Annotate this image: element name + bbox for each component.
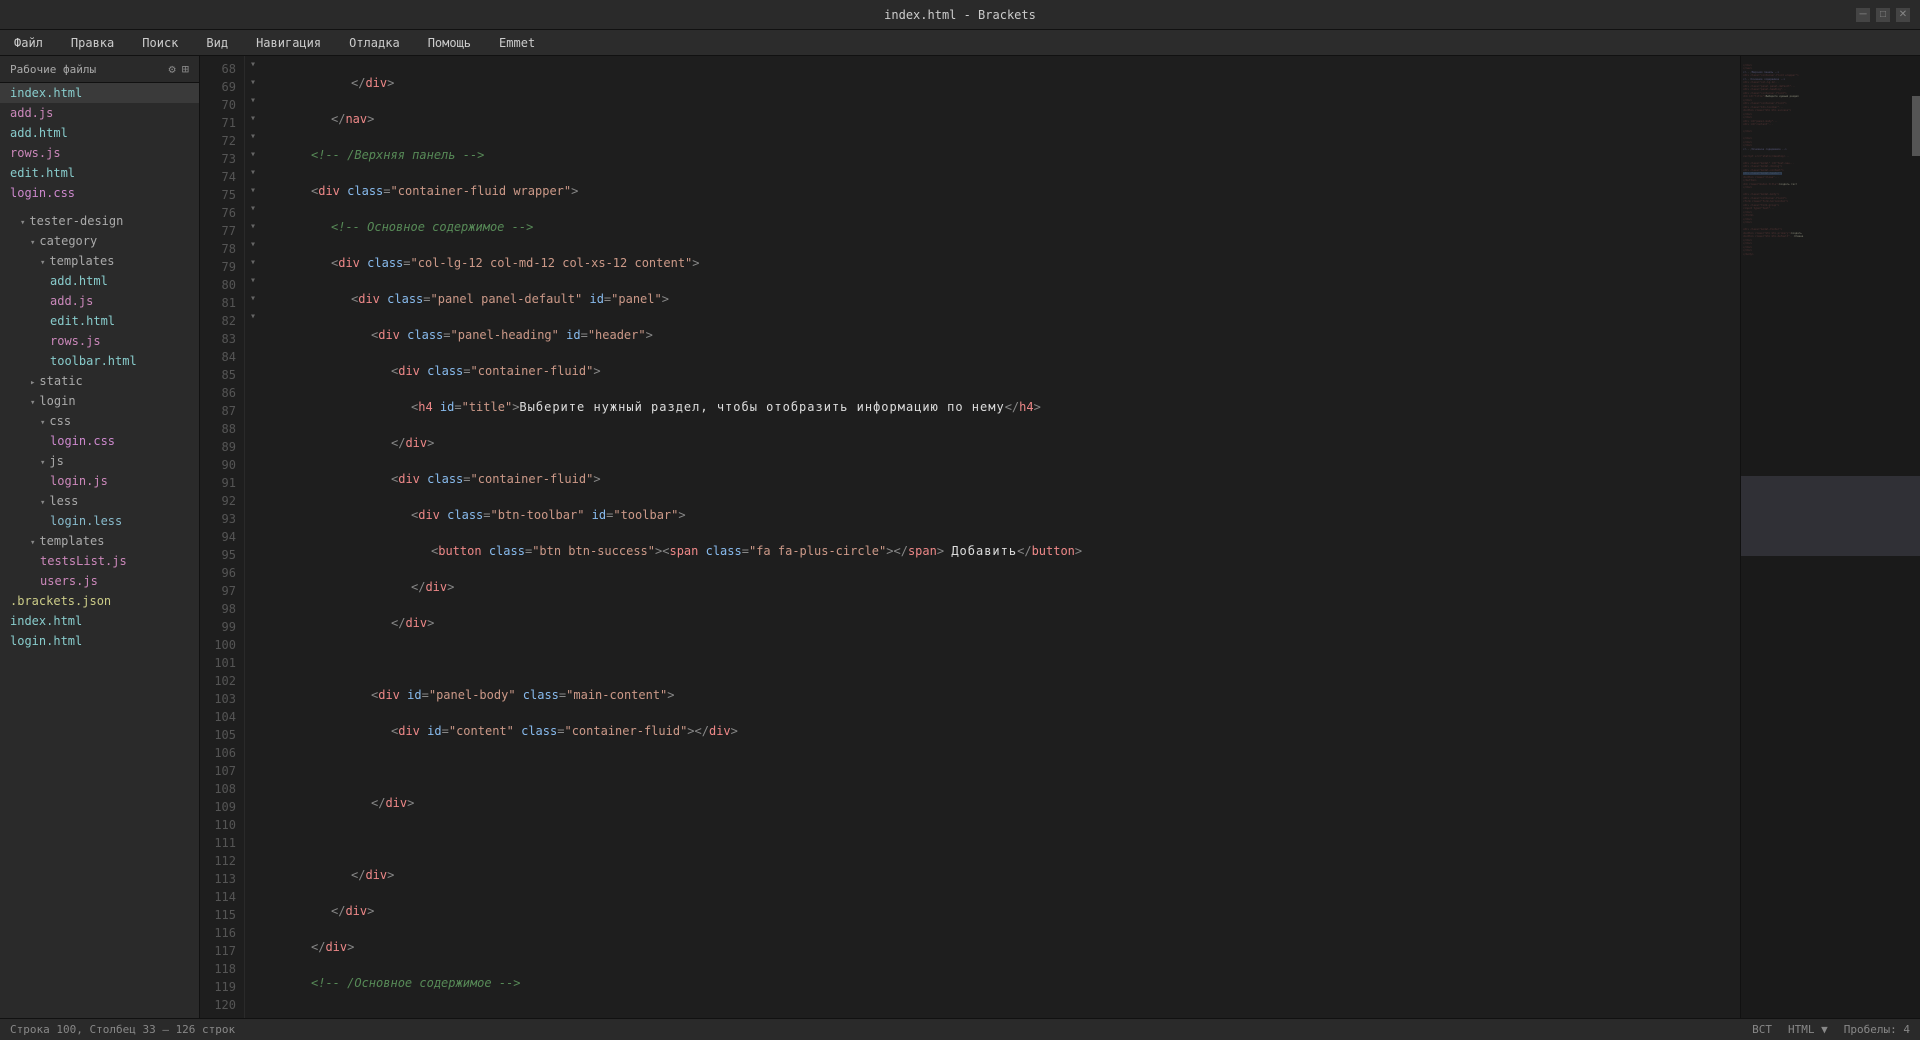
file-testslist-js[interactable]: testsList.js [0,551,199,571]
file-add-html-working[interactable]: add.html [0,123,199,143]
main-layout: Рабочие файлы ⚙ ⊞ index.html add.js add.… [0,56,1920,1018]
file-rows-js-cat[interactable]: rows.js [0,331,199,351]
indentation[interactable]: Пробелы: 4 [1844,1023,1910,1036]
insert-mode[interactable]: ВСТ [1752,1023,1772,1036]
menu-view[interactable]: Вид [200,34,234,52]
code-line-85: <div id="panel-body" class="main-content… [271,686,1730,704]
file-type[interactable]: HTML ▼ [1788,1023,1828,1036]
file-add-js-cat[interactable]: add.js [0,291,199,311]
code-line-86: <div id="content" class="container-fluid… [271,722,1730,740]
status-position: Строка 100, Столбец 33 — 126 строк [10,1023,235,1036]
code-line-92: </div> [271,938,1730,956]
folder-less[interactable]: ▾less [0,491,199,511]
code-line-71: <div class="container-fluid wrapper"> [271,182,1730,200]
status-right: ВСТ HTML ▼ Пробелы: 4 [1752,1023,1910,1036]
menu-debug[interactable]: Отладка [343,34,406,52]
maximize-button[interactable]: □ [1876,8,1890,22]
code-line-68: </div> [271,74,1730,92]
code-line-94 [271,1010,1730,1018]
folder-tester-design[interactable]: ▾tester-design [0,211,199,231]
code-line-88: </div> [271,794,1730,812]
code-line-89 [271,830,1730,848]
file-toolbar-html-cat[interactable]: toolbar.html [0,351,199,371]
file-edit-html-working[interactable]: edit.html [0,163,199,183]
file-add-html-cat[interactable]: add.html [0,271,199,291]
code-container[interactable]: 6869707172 7374757677 7879808182 8384858… [200,56,1920,1018]
menu-search[interactable]: Поиск [136,34,184,52]
window-title: index.html - Brackets [884,8,1036,22]
file-users-js[interactable]: users.js [0,571,199,591]
file-index-html-tree[interactable]: index.html [0,611,199,631]
file-login-css-working[interactable]: login.css [0,183,199,203]
code-line-74: <div class="panel panel-default" id="pan… [271,290,1730,308]
code-line-80: <div class="btn-toolbar" id="toolbar"> [271,506,1730,524]
file-rows-js-working[interactable]: rows.js [0,143,199,163]
file-edit-html-cat[interactable]: edit.html [0,311,199,331]
menu-navigate[interactable]: Навигация [250,34,327,52]
code-line-69: </nav> [271,110,1730,128]
code-line-91: </div> [271,902,1730,920]
split-icon[interactable]: ⊞ [182,62,189,76]
settings-icon[interactable]: ⚙ [169,62,176,76]
code-line-70: <!-- /Верхняя панель --> [271,146,1730,164]
code-line-87 [271,758,1730,776]
file-login-html-tree[interactable]: login.html [0,631,199,651]
close-button[interactable]: ✕ [1896,8,1910,22]
minimap[interactable]: </div> </nav> <!-- /Верхняя панель --> <… [1740,56,1920,1018]
file-brackets-json[interactable]: .brackets.json [0,591,199,611]
menu-file[interactable]: Файл [8,34,49,52]
minimap-scrollbar[interactable] [1912,96,1920,156]
sidebar-header: Рабочие файлы ⚙ ⊞ [0,56,199,83]
sidebar-header-label: Рабочие файлы [10,63,96,76]
code-line-73: <div class="col-lg-12 col-md-12 col-xs-1… [271,254,1730,272]
code-line-78: </div> [271,434,1730,452]
sidebar-icons: ⚙ ⊞ [169,62,189,76]
folder-category[interactable]: ▾category [0,231,199,251]
code-line-76: <div class="container-fluid"> [271,362,1730,380]
menu-edit[interactable]: Правка [65,34,120,52]
code-line-81: <button class="btn btn-success"><span cl… [271,542,1730,560]
file-index-html-working[interactable]: index.html [0,83,199,103]
editor-area: 6869707172 7374757677 7879808182 8384858… [200,56,1920,1018]
title-bar: index.html - Brackets ─ □ ✕ [0,0,1920,30]
menu-bar: Файл Правка Поиск Вид Навигация Отладка … [0,30,1920,56]
folder-templates-category[interactable]: ▾templates [0,251,199,271]
file-login-js[interactable]: login.js [0,471,199,491]
status-bar: Строка 100, Столбец 33 — 126 строк ВСТ H… [0,1018,1920,1040]
folder-js[interactable]: ▾js [0,451,199,471]
code-line-75: <div class="panel-heading" id="header"> [271,326,1730,344]
file-login-css[interactable]: login.css [0,431,199,451]
code-line-84 [271,650,1730,668]
code-line-90: </div> [271,866,1730,884]
folder-static[interactable]: ▸static [0,371,199,391]
file-login-less[interactable]: login.less [0,511,199,531]
code-line-72: <!-- Основное содержимое --> [271,218,1730,236]
menu-help[interactable]: Помощь [422,34,477,52]
code-line-93: <!-- /Основное содержимое --> [271,974,1730,992]
folder-login[interactable]: ▾login [0,391,199,411]
code-line-77: <h4 id="title">Выберите нужный раздел, ч… [271,398,1730,416]
folder-templates-root[interactable]: ▾templates [0,531,199,551]
file-add-js-working[interactable]: add.js [0,103,199,123]
minimap-content: </div> </nav> <!-- /Верхняя панель --> <… [1741,56,1920,264]
fold-column: ▾▾▾▾▾ ▾ ▾ ▾▾▾▾ ▾ ▾▾ ▾ [245,56,261,1018]
line-numbers: 6869707172 7374757677 7879808182 8384858… [200,56,245,1018]
sidebar: Рабочие файлы ⚙ ⊞ index.html add.js add.… [0,56,200,1018]
code-content[interactable]: </div> </nav> <!-- /Верхняя панель --> <… [261,56,1740,1018]
folder-css[interactable]: ▾css [0,411,199,431]
menu-emmet[interactable]: Emmet [493,34,541,52]
code-line-79: <div class="container-fluid"> [271,470,1730,488]
window-controls: ─ □ ✕ [1856,8,1910,22]
minimize-button[interactable]: ─ [1856,8,1870,22]
cursor-position: Строка 100, Столбец 33 — 126 строк [10,1023,235,1036]
code-line-82: </div> [271,578,1730,596]
code-line-83: </div> [271,614,1730,632]
minimap-viewport-indicator [1741,476,1920,556]
